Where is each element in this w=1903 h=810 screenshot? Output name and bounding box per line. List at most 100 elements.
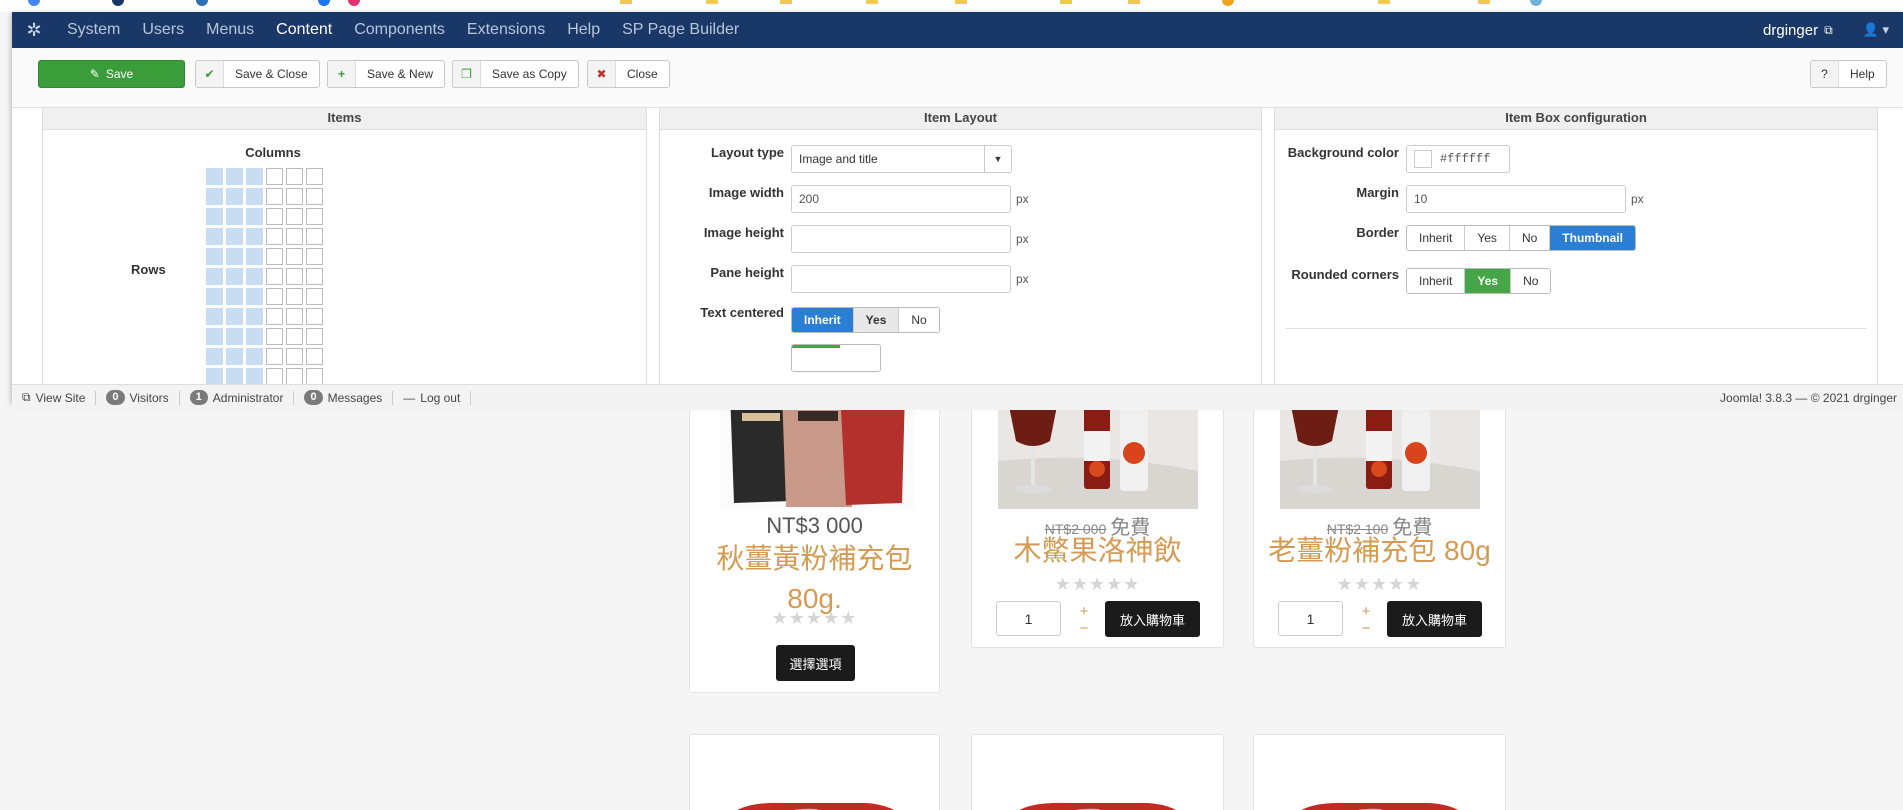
grid-cell[interactable] <box>206 328 223 345</box>
product-image[interactable] <box>1290 801 1470 810</box>
select-options-button[interactable]: 選擇選項 <box>776 645 855 681</box>
bookmark-folder[interactable] <box>1478 0 1490 4</box>
quantity-input[interactable]: 1 <box>1278 601 1343 636</box>
bookmark-folder[interactable] <box>1060 0 1072 4</box>
grid-cell[interactable] <box>306 228 323 245</box>
close-button[interactable]: ✖ Close <box>587 60 670 88</box>
save-new-button[interactable]: + Save & New <box>327 60 446 88</box>
grid-cell[interactable] <box>226 248 243 265</box>
grid-cell[interactable] <box>286 348 303 365</box>
background-color-picker[interactable]: #ffffff <box>1406 145 1510 173</box>
grid-cell[interactable] <box>306 168 323 185</box>
grid-cell[interactable] <box>206 268 223 285</box>
pane-height-input[interactable] <box>791 265 1011 293</box>
grid-cell[interactable] <box>286 368 303 384</box>
grid-cell[interactable] <box>286 248 303 265</box>
grid-cell[interactable] <box>266 248 283 265</box>
joomla-logo-icon[interactable]: ✲ <box>12 20 56 41</box>
administrator-status[interactable]: 1 Administrator <box>180 390 295 405</box>
grid-cell[interactable] <box>246 288 263 305</box>
rows-columns-grid[interactable] <box>206 168 323 384</box>
nav-help[interactable]: Help <box>556 21 611 39</box>
product-name[interactable]: 秋薑黃粉補充包 80g. <box>700 539 929 619</box>
grid-cell[interactable] <box>266 208 283 225</box>
product-name[interactable]: 老薑粉補充包 80g <box>1264 531 1495 571</box>
bookmark-item[interactable] <box>1222 0 1234 6</box>
border-thumbnail[interactable]: Thumbnail <box>1550 226 1635 250</box>
grid-cell[interactable] <box>306 248 323 265</box>
grid-cell[interactable] <box>246 348 263 365</box>
grid-cell[interactable] <box>246 168 263 185</box>
bookmark-item[interactable] <box>196 0 208 6</box>
grid-cell[interactable] <box>286 268 303 285</box>
add-to-cart-button[interactable]: 放入購物車 <box>1387 601 1482 637</box>
text-centered-inherit[interactable]: Inherit <box>792 308 854 332</box>
bookmark-item[interactable] <box>112 0 124 6</box>
site-link[interactable]: drginger ⧉ <box>1763 22 1833 39</box>
grid-cell[interactable] <box>266 328 283 345</box>
grid-cell[interactable] <box>266 168 283 185</box>
nav-menus[interactable]: Menus <box>195 21 265 39</box>
margin-input[interactable]: 10 <box>1406 185 1626 213</box>
grid-cell[interactable] <box>246 368 263 384</box>
grid-cell[interactable] <box>266 368 283 384</box>
image-height-input[interactable] <box>791 225 1011 253</box>
border-no[interactable]: No <box>1509 226 1551 250</box>
bookmark-folder[interactable] <box>866 0 878 4</box>
image-width-input[interactable]: 200 <box>791 185 1011 213</box>
nav-users[interactable]: Users <box>131 21 195 39</box>
grid-cell[interactable] <box>246 308 263 325</box>
bookmark-folder[interactable] <box>706 0 718 4</box>
grid-cell[interactable] <box>226 188 243 205</box>
grid-cell[interactable] <box>226 208 243 225</box>
text-centered-yes[interactable]: Yes <box>853 308 900 332</box>
grid-cell[interactable] <box>226 228 243 245</box>
grid-cell[interactable] <box>206 368 223 384</box>
grid-cell[interactable] <box>266 348 283 365</box>
grid-cell[interactable] <box>266 308 283 325</box>
grid-cell[interactable] <box>226 368 243 384</box>
grid-cell[interactable] <box>226 328 243 345</box>
grid-cell[interactable] <box>286 288 303 305</box>
grid-cell[interactable] <box>246 228 263 245</box>
grid-cell[interactable] <box>206 188 223 205</box>
product-image[interactable] <box>1008 801 1188 810</box>
visitors-status[interactable]: 0 Visitors <box>96 390 180 405</box>
view-site-link[interactable]: ⧉ View Site <box>12 390 97 405</box>
save-button[interactable]: ✎ Save <box>38 60 185 88</box>
quantity-input[interactable]: 1 <box>996 601 1061 636</box>
grid-cell[interactable] <box>286 168 303 185</box>
grid-cell[interactable] <box>266 188 283 205</box>
grid-cell[interactable] <box>306 348 323 365</box>
bookmark-item[interactable] <box>318 0 330 6</box>
bookmark-folder[interactable] <box>780 0 792 4</box>
grid-cell[interactable] <box>226 288 243 305</box>
add-to-cart-button[interactable]: 放入購物車 <box>1105 601 1200 637</box>
grid-cell[interactable] <box>206 208 223 225</box>
grid-cell[interactable] <box>226 268 243 285</box>
quantity-increase-button[interactable]: + <box>1359 603 1373 620</box>
grid-cell[interactable] <box>306 328 323 345</box>
bookmark-folder[interactable] <box>955 0 967 4</box>
grid-cell[interactable] <box>246 268 263 285</box>
help-button[interactable]: ? Help <box>1810 60 1887 88</box>
grid-cell[interactable] <box>266 268 283 285</box>
border-yes[interactable]: Yes <box>1465 226 1510 250</box>
nav-content[interactable]: Content <box>265 21 343 39</box>
grid-cell[interactable] <box>206 168 223 185</box>
quantity-increase-button[interactable]: + <box>1077 603 1091 620</box>
grid-cell[interactable] <box>286 328 303 345</box>
save-close-button[interactable]: ✔ Save & Close <box>195 60 320 88</box>
bookmark-folder[interactable] <box>620 0 632 4</box>
grid-cell[interactable] <box>306 308 323 325</box>
rounded-yes[interactable]: Yes <box>1465 269 1512 293</box>
grid-cell[interactable] <box>206 228 223 245</box>
product-image[interactable] <box>726 801 906 810</box>
border-inherit[interactable]: Inherit <box>1407 226 1466 250</box>
text-centered-no[interactable]: No <box>899 308 939 332</box>
grid-cell[interactable] <box>286 228 303 245</box>
grid-cell[interactable] <box>206 308 223 325</box>
grid-cell[interactable] <box>306 368 323 384</box>
nav-extensions[interactable]: Extensions <box>456 21 556 39</box>
grid-cell[interactable] <box>226 168 243 185</box>
